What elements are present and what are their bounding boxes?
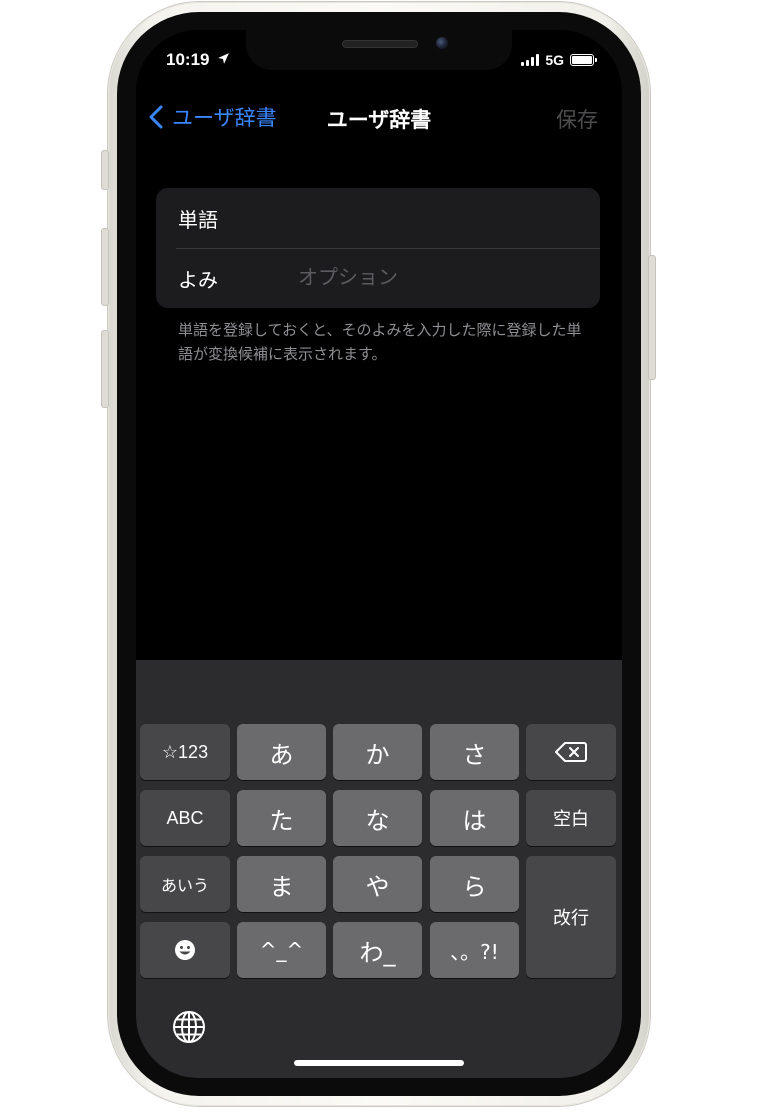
reading-label: よみ	[178, 268, 218, 292]
status-indicators: 5G	[521, 52, 597, 68]
key-wa[interactable]: わ_	[333, 922, 422, 978]
notch	[246, 30, 512, 70]
network-type: 5G	[545, 52, 564, 68]
reading-input[interactable]	[298, 262, 578, 292]
key-ta[interactable]: た	[237, 790, 326, 846]
volume-down-button	[101, 330, 109, 408]
word-input[interactable]	[298, 202, 578, 232]
key-kana-mode[interactable]: あいう	[140, 856, 230, 912]
status-time: 10:19	[166, 50, 230, 70]
volume-up-button	[101, 228, 109, 306]
navigation-bar: ユーザ辞書 ユーザ辞書 保存	[136, 96, 622, 136]
backspace-icon	[555, 742, 587, 762]
key-ka[interactable]: か	[333, 724, 422, 780]
key-a[interactable]: あ	[237, 724, 326, 780]
reading-row: よみ	[156, 248, 600, 308]
key-delete[interactable]	[526, 724, 616, 780]
key-abc[interactable]: ABC	[140, 790, 230, 846]
word-form: 単語 よみ	[156, 188, 600, 308]
key-symbols[interactable]: ☆123	[140, 724, 230, 780]
power-button	[648, 255, 656, 380]
key-kaomoji[interactable]: ^_^	[237, 922, 326, 978]
key-space[interactable]: 空白	[526, 790, 616, 846]
emoji-icon	[175, 940, 195, 960]
save-button[interactable]: 保存	[556, 104, 598, 134]
page-title: ユーザ辞書	[326, 108, 432, 132]
front-camera	[436, 37, 448, 49]
key-emoji[interactable]	[140, 922, 230, 978]
key-punctuation[interactable]: 、。?!	[430, 922, 519, 978]
battery-icon	[570, 54, 597, 66]
silent-switch	[101, 150, 109, 190]
location-arrow-icon	[218, 53, 230, 64]
screen: 10:19 5G ユーザ辞書 ユーザ辞書 保存 単語 よみ オプション 単語を登…	[136, 30, 622, 1078]
key-return[interactable]: 改行	[526, 856, 616, 978]
key-ra[interactable]: ら	[430, 856, 519, 912]
key-ha[interactable]: は	[430, 790, 519, 846]
key-na[interactable]: な	[333, 790, 422, 846]
status-time-text: 10:19	[166, 50, 210, 69]
form-footnote: 単語を登録しておくと、そのよみを入力した際に登録した単語が変換候補に表示されます…	[178, 321, 582, 363]
key-sa[interactable]: さ	[430, 724, 519, 780]
word-row: 単語	[156, 188, 600, 248]
keyboard: ☆123 あ か さ ABC た な は 空白 あいう ま や ら 改行 ^_^…	[136, 660, 622, 1078]
key-ma[interactable]: ま	[237, 856, 326, 912]
key-ya[interactable]: や	[333, 856, 422, 912]
word-label: 単語	[178, 208, 218, 232]
speaker-grille	[342, 40, 418, 48]
globe-icon[interactable]	[172, 1010, 206, 1044]
home-indicator[interactable]	[294, 1060, 464, 1066]
signal-bars-icon	[521, 54, 540, 66]
